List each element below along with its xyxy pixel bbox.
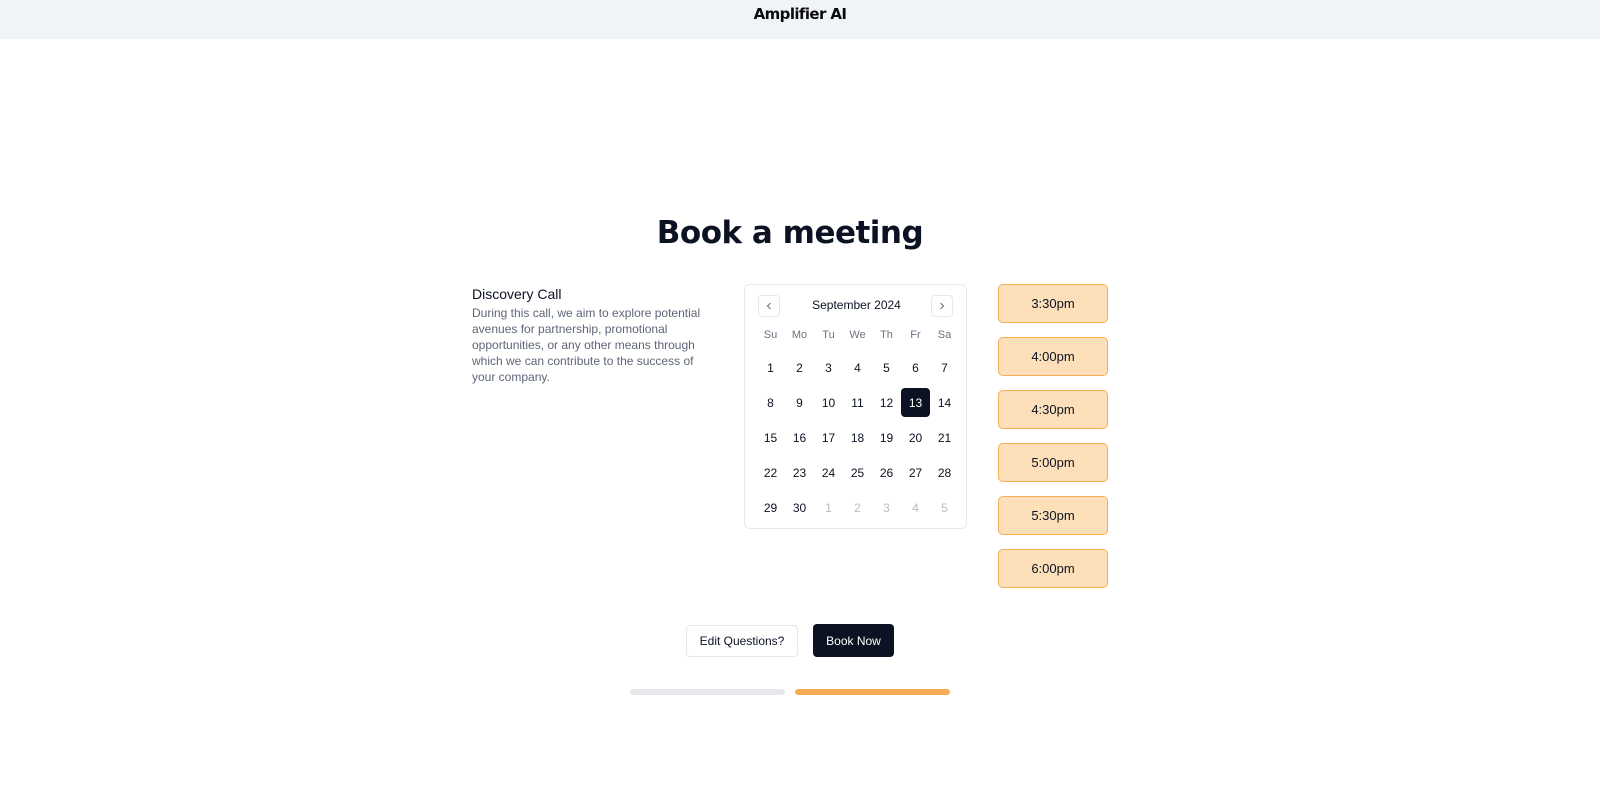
month-label: September 2024 — [812, 298, 901, 312]
day-cell-selected[interactable]: 13 — [901, 388, 930, 418]
event-info: Discovery Call During this call, we aim … — [472, 285, 712, 385]
time-slot-button[interactable]: 5:00pm — [998, 443, 1108, 482]
day-cell[interactable]: 25 — [843, 459, 872, 488]
day-cell[interactable]: 2 — [785, 353, 814, 382]
weekday-label: Mo — [791, 329, 808, 341]
day-cell[interactable]: 8 — [756, 388, 785, 417]
day-cell[interactable]: 22 — [756, 459, 785, 488]
top-header: Amplifier AI — [0, 0, 1600, 39]
weekday-label: Su — [763, 329, 778, 341]
day-cell[interactable]: 14 — [930, 388, 959, 417]
day-cell[interactable]: 7 — [930, 353, 959, 382]
page-title: Book a meeting — [656, 215, 924, 251]
weekday-label: Fr — [910, 329, 921, 341]
time-slot-button[interactable]: 6:00pm — [998, 549, 1108, 588]
weekday-label: Tu — [822, 329, 835, 341]
time-slot-button[interactable]: 4:00pm — [998, 337, 1108, 376]
day-cell[interactable]: 17 — [814, 423, 843, 452]
day-cell[interactable]: 10 — [814, 388, 843, 417]
day-cell[interactable]: 29 — [756, 494, 785, 523]
weekday-header: Su Mo Tu We Th Fr Sa — [756, 329, 959, 341]
day-cell[interactable]: 3 — [814, 353, 843, 382]
weekday-label: Sa — [937, 329, 952, 341]
time-slot-button[interactable]: 5:30pm — [998, 496, 1108, 535]
day-cell[interactable]: 3 — [872, 494, 901, 523]
day-cell[interactable]: 9 — [785, 388, 814, 417]
day-cell[interactable]: 6 — [901, 353, 930, 382]
day-cell[interactable]: 20 — [901, 423, 930, 452]
day-cell[interactable]: 5 — [930, 494, 959, 523]
day-cell[interactable]: 12 — [872, 388, 901, 417]
day-cell[interactable]: 1 — [814, 494, 843, 523]
chevron-right-icon — [940, 302, 945, 310]
next-month-button[interactable] — [931, 295, 953, 317]
edit-questions-button[interactable]: Edit Questions? — [686, 625, 798, 657]
progress-step-1 — [630, 689, 785, 695]
event-description: During this call, we aim to explore pote… — [472, 306, 701, 384]
day-cell[interactable]: 2 — [843, 494, 872, 523]
day-cell[interactable]: 21 — [930, 423, 959, 452]
day-cell[interactable]: 1 — [756, 353, 785, 382]
progress-step-2 — [795, 689, 950, 695]
chevron-left-icon — [766, 302, 771, 310]
logo: Amplifier AI — [753, 5, 847, 23]
day-cell[interactable]: 4 — [901, 494, 930, 523]
day-cell[interactable]: 23 — [785, 459, 814, 488]
day-cell[interactable]: 30 — [785, 494, 814, 523]
day-cell[interactable]: 5 — [872, 353, 901, 382]
previous-month-button[interactable] — [758, 295, 780, 317]
days-grid: 1 2 3 4 5 6 7 8 9 10 11 12 13 14 15 16 17 18 19 20 21 22 23 24 2… — [756, 353, 959, 529]
book-now-button[interactable]: Book Now — [813, 624, 894, 657]
day-cell[interactable]: 11 — [843, 388, 872, 417]
calendar-header: September 2024 — [745, 295, 968, 317]
weekday-label: Th — [880, 329, 893, 341]
day-cell[interactable]: 18 — [843, 423, 872, 452]
day-cell[interactable]: 27 — [901, 459, 930, 488]
calendar: September 2024 Su Mo Tu We Th Fr Sa 1234567891… — [744, 284, 967, 529]
day-cell[interactable]: 26 — [872, 459, 901, 488]
day-cell[interactable]: 4 — [843, 353, 872, 382]
event-name: Discovery Call — [472, 286, 562, 302]
day-cell[interactable]: 19 — [872, 423, 901, 452]
day-cell[interactable]: 28 — [930, 459, 959, 488]
day-cell[interactable]: 16 — [785, 423, 814, 452]
time-slot-button[interactable]: 3:30pm — [998, 284, 1108, 323]
day-cell[interactable]: 24 — [814, 459, 843, 488]
day-cell[interactable]: 15 — [756, 423, 785, 452]
time-slot-button[interactable]: 4:30pm — [998, 390, 1108, 429]
weekday-label: We — [849, 329, 866, 341]
